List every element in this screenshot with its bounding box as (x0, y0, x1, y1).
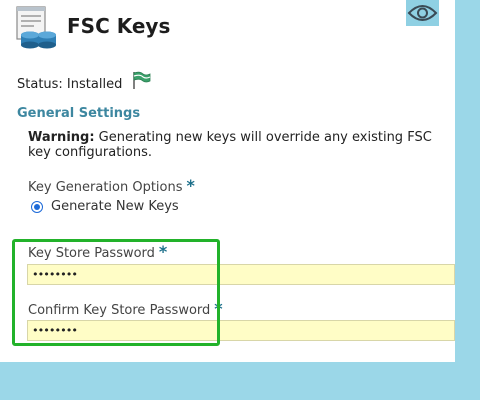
section-title: General Settings (17, 106, 141, 121)
eye-icon[interactable] (406, 0, 439, 26)
confirm-password-label: Confirm Key Store Password * (28, 299, 223, 318)
warning-label: Warning: (28, 130, 95, 145)
key-store-password-input[interactable]: •••••••• (27, 264, 455, 285)
generate-new-keys-option[interactable]: Generate New Keys (31, 199, 179, 214)
required-marker: * (214, 299, 223, 318)
warning-message: Warning: Generating new keys will overri… (28, 130, 453, 160)
key-generation-label: Key Generation Options * (28, 176, 195, 195)
main-panel: FSC Keys Status: Installed General Setti… (0, 0, 455, 362)
confirm-password-label-text: Confirm Key Store Password (28, 303, 211, 318)
confirm-password-input[interactable]: •••••••• (27, 320, 455, 341)
generate-new-keys-radio[interactable] (31, 200, 43, 213)
required-marker: * (158, 242, 168, 261)
status-text: Status: Installed (17, 77, 123, 92)
generate-new-keys-label: Generate New Keys (51, 199, 179, 214)
key-store-password-label: Key Store Password * (28, 242, 167, 261)
page-title: FSC Keys (67, 14, 171, 38)
key-store-password-label-text: Key Store Password (28, 246, 155, 261)
flag-icon (133, 71, 151, 89)
database-form-icon (16, 6, 56, 49)
required-marker: * (186, 176, 195, 195)
key-generation-label-text: Key Generation Options (28, 180, 183, 195)
